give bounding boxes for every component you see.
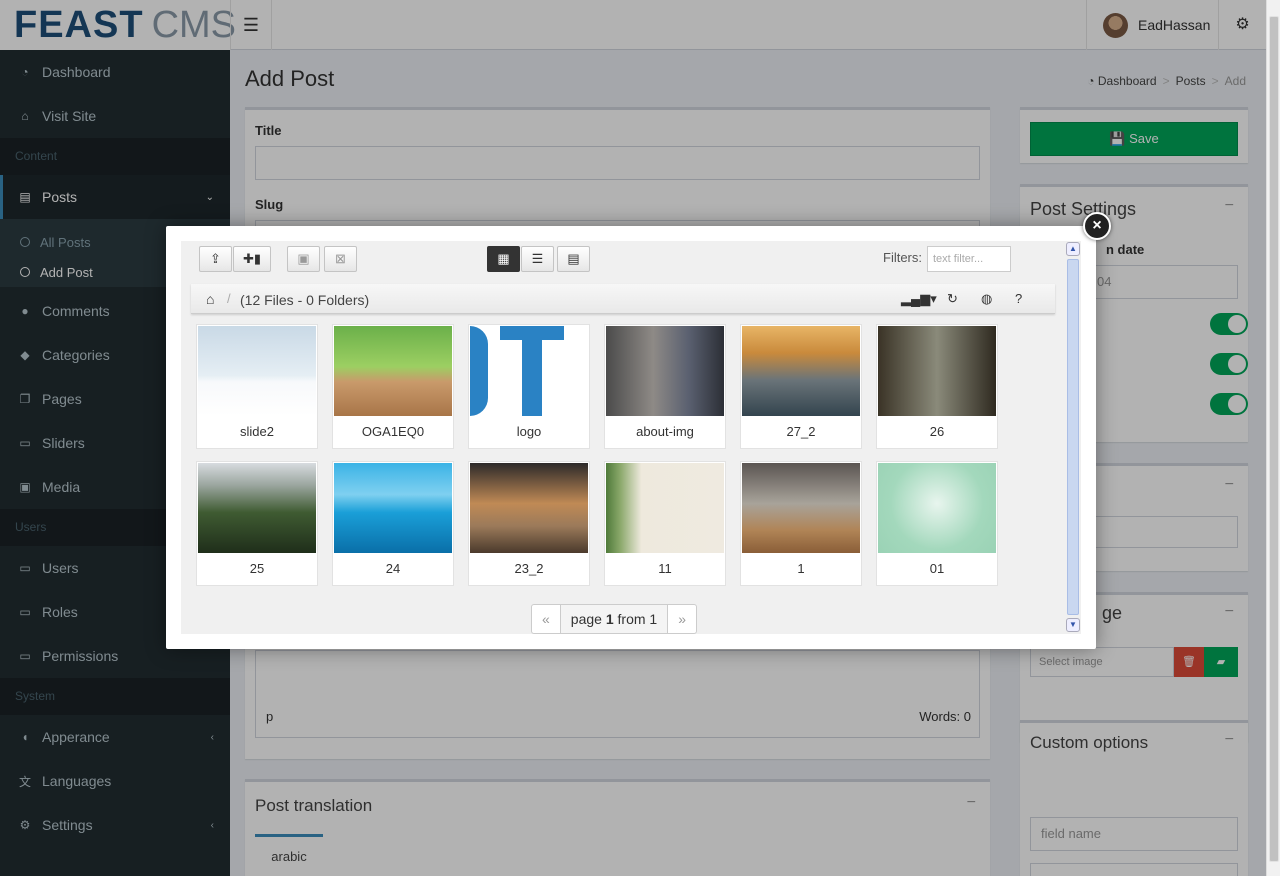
paste-icon[interactable]: ▣ [287,246,320,272]
pager-from-word: from [617,611,646,627]
scrollbar-thumb[interactable] [1067,259,1079,615]
file-image [606,326,724,416]
file-image [878,463,996,553]
file-image [878,326,996,416]
pagination: « page 1 from 1 » [531,604,698,634]
sort-icon[interactable]: ▂▄▆▾ [901,291,937,307]
file-image [334,326,452,416]
pager-next[interactable]: » [668,605,696,633]
refresh-icon[interactable]: ↻ [947,291,958,307]
file-image [742,463,860,553]
pager-status: page 1 from 1 [560,605,669,633]
pager-prev[interactable]: « [532,605,561,633]
scrollbar-thumb[interactable] [1269,16,1279,862]
home-icon[interactable]: ⌂ [206,291,214,307]
clear-clipboard-icon[interactable]: ⊠ [324,246,357,272]
filters-label: Filters: [883,250,922,265]
file-thumb[interactable]: 11 [604,461,726,586]
file-thumb[interactable]: 25 [196,461,318,586]
file-name: 11 [658,561,672,576]
help-icon[interactable]: ? [1015,291,1022,306]
file-image [470,326,588,416]
file-name: 01 [929,561,945,576]
file-thumb[interactable]: 24 [332,461,454,586]
file-image [334,463,452,553]
view-thumbnails-icon[interactable]: ▦ [487,246,520,272]
close-icon[interactable]: × [1083,212,1111,240]
file-thumb[interactable]: 01 [876,461,998,586]
file-name: 27_2 [786,424,816,439]
file-name: 23_2 [514,561,544,576]
file-image [742,326,860,416]
path-separator: / [227,291,231,306]
new-folder-icon[interactable]: ✚▮ [233,246,271,272]
file-thumb[interactable]: 26 [876,324,998,449]
file-thumb[interactable]: slide2 [196,324,318,449]
file-manager: ⇪ ✚▮ ▣ ⊠ ▦ ☰ ▤ Filters: text filter... ⌂… [181,241,1065,634]
file-name: 25 [249,561,265,576]
file-image [606,463,724,553]
view-list-icon[interactable]: ☰ [521,246,554,272]
pager-page-number: 1 [605,611,614,627]
file-thumb[interactable]: about-img [604,324,726,449]
file-name: 24 [385,561,401,576]
scroll-up-icon[interactable]: ▲ [1066,242,1080,256]
file-thumb[interactable]: 1 [740,461,862,586]
file-name: logo [516,424,542,439]
file-thumb[interactable]: 27_2 [740,324,862,449]
scroll-down-icon[interactable]: ▼ [1066,618,1080,632]
file-name: 26 [929,424,945,439]
file-manager-modal: ⇪ ✚▮ ▣ ⊠ ▦ ☰ ▤ Filters: text filter... ⌂… [166,226,1096,649]
pager-page-word: page [570,611,602,627]
file-image [198,463,316,553]
filter-input[interactable]: text filter... [927,246,1011,272]
folder-info: (12 Files - 0 Folders) [240,292,370,308]
modal-scrollbar[interactable]: ▲ ▼ [1065,241,1081,634]
file-name: slide2 [240,424,274,439]
file-name: OGA1EQ0 [361,424,425,439]
file-image [198,326,316,416]
file-thumb[interactable]: logo [468,324,590,449]
view-columns-icon[interactable]: ▤ [557,246,590,272]
file-name: about-img [636,424,694,439]
pager-total: 1 [649,611,658,627]
globe-icon[interactable]: ◍ [981,291,992,307]
file-name: 1 [797,561,805,576]
file-image [470,463,588,553]
upload-icon[interactable]: ⇪ [199,246,232,272]
page-scrollbar[interactable] [1266,0,1280,876]
file-thumb[interactable]: OGA1EQ0 [332,324,454,449]
file-thumb[interactable]: 23_2 [468,461,590,586]
path-bar: ⌂ / (12 Files - 0 Folders) ▂▄▆▾ ↻ ◍ ? [191,284,1055,314]
